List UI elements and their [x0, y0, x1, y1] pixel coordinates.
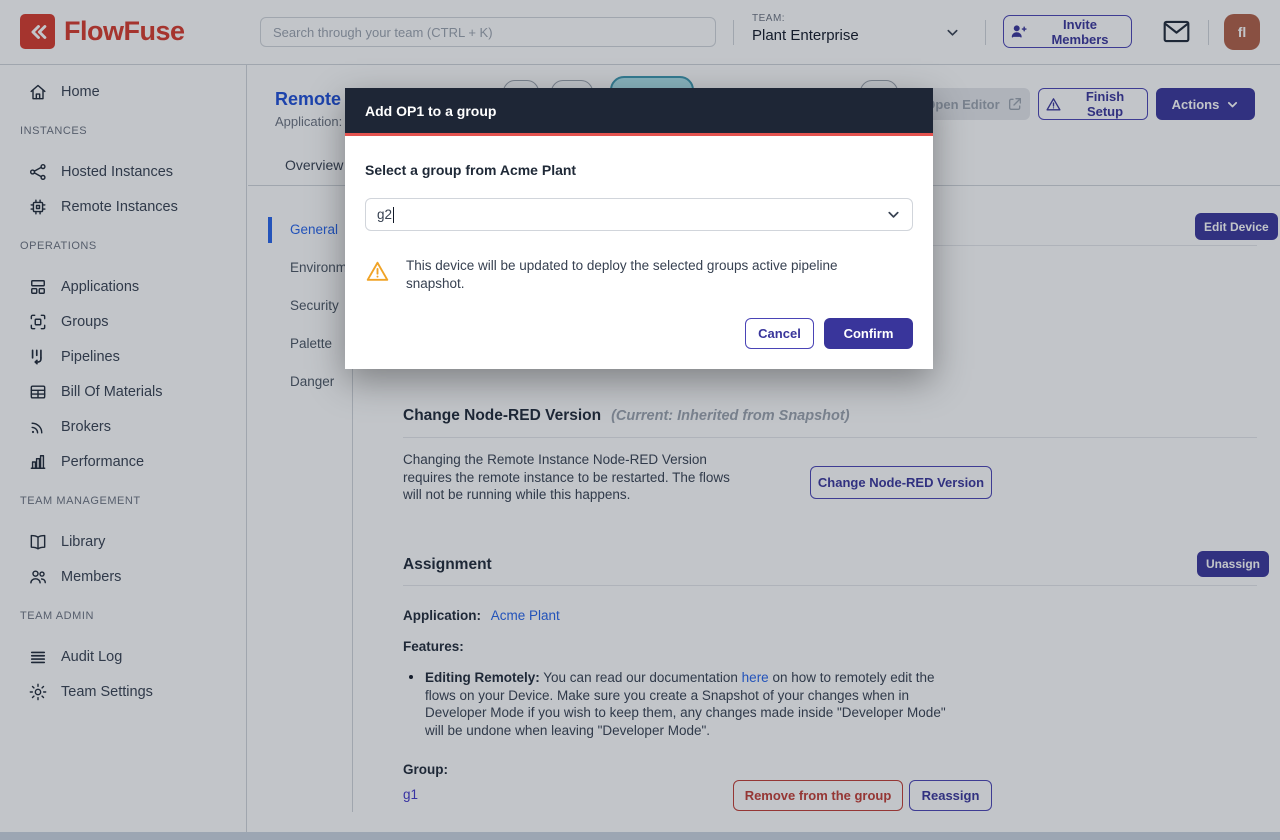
confirm-button[interactable]: Confirm — [824, 318, 913, 349]
warning-message: This device will be updated to deploy th… — [406, 257, 884, 292]
add-to-group-dialog: Add OP1 to a group Select a group from A… — [345, 88, 933, 369]
group-select-input[interactable]: g2 — [365, 198, 913, 231]
chevron-down-icon[interactable] — [886, 207, 901, 222]
cancel-button[interactable]: Cancel — [745, 318, 814, 349]
dialog-actions: Cancel Confirm — [365, 318, 913, 349]
dialog-title: Add OP1 to a group — [345, 88, 933, 133]
dialog-prompt: Select a group from Acme Plant — [365, 162, 913, 178]
text-cursor — [393, 207, 394, 223]
warning-triangle-icon — [365, 259, 390, 284]
warning-message-row: This device will be updated to deploy th… — [365, 257, 913, 292]
dialog-body: Select a group from Acme Plant g2 This d… — [345, 136, 933, 369]
group-select-value: g2 — [377, 207, 392, 222]
